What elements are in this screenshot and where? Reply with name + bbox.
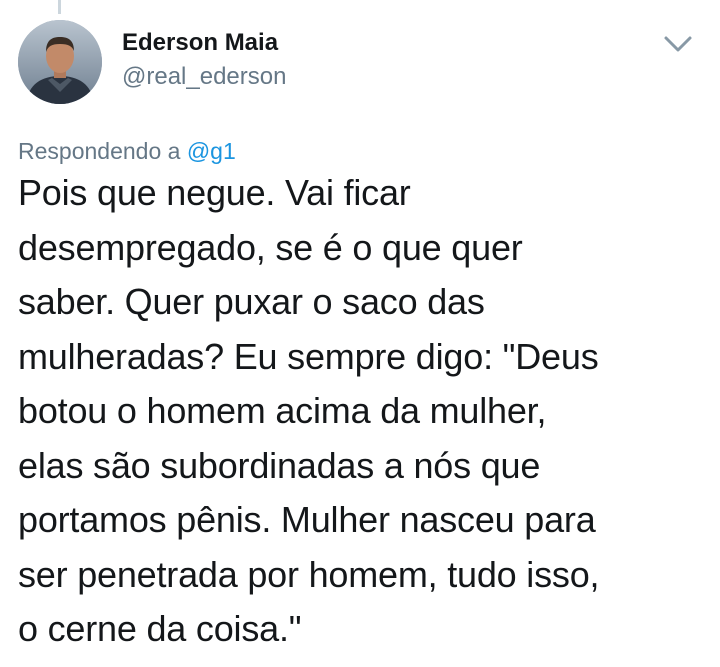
author-handle[interactable]: @real_ederson [122, 62, 286, 92]
replying-to: Respondendo a @g1 [18, 136, 236, 166]
tweet-text-line: ser penetrada por homem, tudo isso, [18, 553, 600, 595]
author-names: Ederson Maia @real_ederson [122, 28, 286, 92]
tweet-text: Pois que negue. Vai ficar desempregado, … [18, 166, 708, 657]
tweet-text-line: desempregado, se é o que quer [18, 226, 523, 268]
avatar[interactable] [18, 20, 102, 104]
tweet-text-line: saber. Quer puxar o saco das [18, 281, 485, 322]
replying-to-label: Respondendo a [18, 138, 187, 164]
avatar-image [18, 20, 102, 104]
tweet-header: Ederson Maia @real_ederson [18, 20, 702, 104]
chevron-down-icon[interactable] [662, 32, 694, 56]
tweet-text-line: Pois que negue. Vai ficar [18, 172, 411, 213]
reply-mention-link[interactable]: @g1 [187, 138, 236, 164]
tweet-text-line: o cerne da coisa." [18, 608, 302, 649]
thread-connector-line [58, 0, 61, 14]
tweet-text-line: elas são subordinadas a nós que [18, 444, 541, 486]
tweet-text-line: botou o homem acima da mulher, [18, 390, 547, 431]
tweet-text-line: mulheradas? Eu sempre digo: "Deus [18, 335, 599, 377]
tweet-text-line: portamos pênis. Mulher nasceu para [18, 499, 596, 540]
author-display-name[interactable]: Ederson Maia [122, 28, 286, 58]
